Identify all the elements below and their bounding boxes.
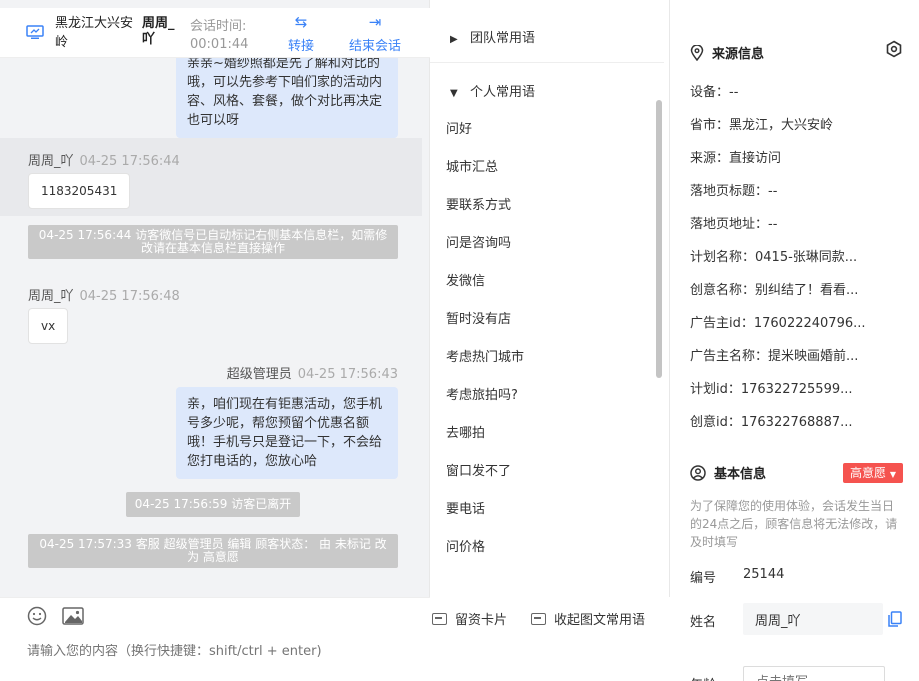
system-message: 04-25 17:56:44 访客微信号已自动标记右侧基本信息栏，如需修改请在基… (28, 225, 398, 259)
caret-right-icon: ▶ (450, 34, 458, 45)
monitor-icon (26, 25, 44, 39)
visitor-message-bubble: vx (28, 308, 69, 344)
visitor-message-bubble: 1183205431 (28, 173, 131, 209)
sender-name: 超级管理员 (226, 367, 292, 382)
location-pin-icon (690, 45, 704, 61)
system-message: 04-25 17:57:33 客服 超级管理员 编辑 顾客状态： 由 未标记 改… (28, 534, 398, 568)
chat-panel: 黑龙江大兴安岭 周周_吖 会话时间: 00:01:44 ⇆ 转接 ⇥ 结束会话 … (0, 0, 430, 681)
visitor-message-meta: 周周_吖 04-25 17:56:48 (28, 285, 180, 304)
phrase-item[interactable]: 发微信 (446, 270, 485, 289)
phrase-item[interactable]: 要电话 (446, 498, 485, 517)
intent-status-badge[interactable]: 高意愿 ▼ (843, 463, 903, 483)
edit-notice: 为了保障您的使用体验，会话发生当日的24点之后，顾客信息将无法修改，请及时填写 (690, 499, 898, 549)
customer-name-label: 姓名 (690, 615, 717, 630)
phrase-item[interactable]: 问价格 (446, 536, 485, 555)
exit-icon: ⇥ (368, 13, 382, 31)
image-icon[interactable] (62, 606, 84, 626)
section-label: 来源信息 (712, 47, 765, 62)
system-message: 04-25 17:56:59 访客已离开 (126, 492, 300, 517)
phrases-scrollbar[interactable] (656, 100, 662, 378)
customer-age-input[interactable] (743, 666, 885, 681)
message-time: 04-25 17:56:43 (297, 367, 398, 382)
agent-message-bubble: 亲，咱们现在有钜惠活动，您手机号多少呢，帮您预留个优惠名额哦！手机号只是登记一下… (176, 387, 398, 479)
info-plan-name: 计划名称：0415-张琳同款... (690, 250, 858, 265)
visitor-name: 周周_吖 (142, 16, 175, 47)
phrase-item[interactable]: 问是咨询吗 (446, 232, 511, 251)
card-icon (432, 613, 447, 625)
info-creative-id: 创意id：176322768887... (690, 415, 853, 430)
session-time-value: 00:01:44 (190, 37, 249, 52)
sender-name: 周周_吖 (28, 154, 74, 169)
agent-message-meta: 超级管理员 04-25 17:56:43 (227, 363, 398, 382)
message-input[interactable] (27, 644, 417, 659)
transfer-label: 转接 (287, 39, 314, 54)
phrase-item[interactable]: 去哪拍 (446, 422, 485, 441)
phrase-item[interactable]: 考虑旅拍吗? (446, 384, 518, 403)
phrase-item[interactable]: 暂时没有店 (446, 308, 511, 327)
source-info-title: 来源信息 (690, 43, 764, 62)
end-session-label: 结束会话 (348, 39, 401, 54)
intent-status-label: 高意愿 (850, 466, 887, 480)
customer-name-value: 周周_吖 (755, 614, 801, 629)
basic-info-title: 基本信息 (690, 463, 766, 482)
sender-name: 周周_吖 (28, 289, 74, 304)
info-region: 省市：黑龙江，大兴安岭 (690, 118, 834, 133)
collapse-icon (531, 613, 546, 625)
chat-header: 黑龙江大兴安岭 周周_吖 会话时间: 00:01:44 ⇆ 转接 ⇥ 结束会话 (0, 8, 430, 58)
agent-message-bubble: 亲亲~婚纱照都是先了解和对比的哦，可以先参考下咱们家的活动内容、风格、套餐，做个… (176, 58, 398, 138)
info-landing-title: 落地页标题：-- (690, 184, 778, 199)
session-time-label: 会话时间: (190, 19, 247, 34)
caret-down-icon: ▼ (450, 88, 458, 99)
collapse-phrases-button[interactable]: 收起图文常用语 (531, 609, 645, 628)
transfer-icon: ⇆ (294, 13, 308, 31)
info-device: 设备：-- (690, 85, 739, 100)
info-landing-url: 落地页地址：-- (690, 217, 778, 232)
phrase-item[interactable]: 城市汇总 (446, 156, 498, 175)
end-session-button[interactable]: ⇥ 结束会话 (344, 12, 406, 54)
section-label: 基本信息 (714, 467, 767, 482)
info-panel: 来源信息 设备：-- 省市：黑龙江，大兴安岭 来源：直接访问 落地页标题：-- … (670, 0, 919, 681)
team-phrases-group[interactable]: ▶ 团队常用语 (450, 27, 535, 46)
info-advertiser-name: 广告主名称：提米映画婚前... (690, 349, 859, 364)
info-creative-name: 创意名称：别纠结了！看看... (690, 283, 859, 298)
info-plan-id: 计划id：176322725599... (690, 382, 853, 397)
customer-name-field[interactable]: 周周_吖 (743, 603, 883, 635)
visitor-location: 黑龙江大兴安岭 (55, 16, 134, 50)
emoji-icon[interactable] (27, 606, 47, 626)
lead-card-label: 留资卡片 (455, 613, 508, 628)
composer (0, 597, 430, 681)
message-time: 04-25 17:56:44 (79, 154, 180, 169)
group-label: 团队常用语 (470, 31, 536, 46)
transfer-button[interactable]: ⇆ 转接 (280, 12, 322, 54)
customer-age-label: 年龄 (690, 674, 716, 681)
customer-id-value: 25144 (743, 567, 785, 582)
phrase-item[interactable]: 考虑热门城市 (446, 346, 524, 365)
user-icon (690, 465, 706, 481)
phrases-panel: ▶ 团队常用语 ▼ 个人常用语 问好 城市汇总 要联系方式 问是咨询吗 发微信 暂时… (430, 0, 670, 597)
divider (430, 62, 664, 63)
caret-down-icon: ▼ (889, 470, 896, 479)
phrase-item[interactable]: 要联系方式 (446, 194, 511, 213)
lead-card-button[interactable]: 留资卡片 (432, 609, 507, 628)
customer-id-label: 编号 (690, 571, 717, 586)
personal-phrases-group[interactable]: ▼ 个人常用语 (450, 81, 535, 100)
visitor-message-meta: 周周_吖 04-25 17:56:44 (28, 150, 180, 169)
settings-icon[interactable] (885, 40, 903, 58)
message-time: 04-25 17:56:48 (79, 289, 180, 304)
message-list[interactable]: 亲亲~婚纱照都是先了解和对比的哦，可以先参考下咱们家的活动内容、风格、套餐，做个… (0, 58, 430, 598)
info-source: 来源：直接访问 (690, 151, 782, 166)
phrase-item[interactable]: 问好 (446, 118, 472, 137)
group-label: 个人常用语 (470, 85, 536, 100)
copy-icon[interactable] (888, 611, 902, 627)
phrase-item[interactable]: 窗口发不了 (446, 460, 511, 479)
info-advertiser-id: 广告主id：176022240796... (690, 316, 866, 331)
collapse-phrases-label: 收起图文常用语 (554, 613, 646, 628)
